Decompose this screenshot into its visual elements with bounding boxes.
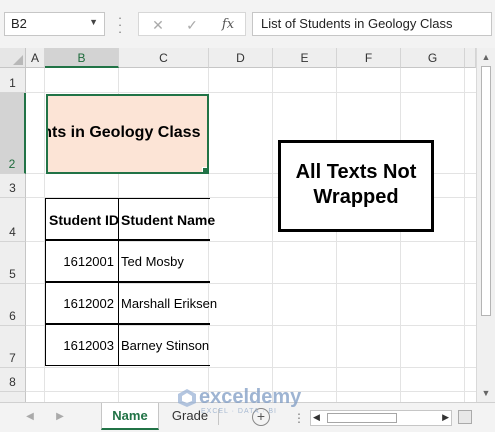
cell-area[interactable]: f Students in Geology Class Student ID S… bbox=[26, 68, 476, 402]
more-options-icon[interactable]: · · · bbox=[113, 11, 127, 38]
scroll-up-icon[interactable]: ▲ bbox=[477, 50, 495, 64]
row-header-8[interactable]: 8 bbox=[0, 368, 26, 392]
gridline bbox=[272, 68, 273, 402]
gridline bbox=[464, 68, 465, 402]
column-header-d[interactable]: D bbox=[209, 48, 273, 68]
row-header-9[interactable] bbox=[0, 392, 26, 402]
row-header-label: 5 bbox=[9, 267, 16, 281]
formula-input[interactable]: List of Students in Geology Class bbox=[252, 12, 492, 36]
cell-text: Ted Mosby bbox=[121, 254, 184, 269]
insert-function-button[interactable]: fx bbox=[217, 15, 239, 35]
table-cell-name[interactable]: Marshall Eriksen bbox=[118, 282, 217, 324]
cell-text: 1612002 bbox=[63, 296, 114, 311]
table-cell-name[interactable]: Barney Stinson bbox=[118, 324, 210, 366]
vertical-scrollbar[interactable]: ▲ ▼ bbox=[476, 48, 495, 402]
resize-handle[interactable] bbox=[458, 410, 472, 424]
row-header-label: 8 bbox=[9, 375, 16, 389]
cell-text: Barney Stinson bbox=[121, 338, 210, 353]
select-all-button[interactable] bbox=[0, 48, 26, 68]
spreadsheet-grid: A B C D E F G 1 2 3 4 5 6 7 8 f Students… bbox=[0, 48, 476, 402]
name-box-value: B2 bbox=[11, 16, 27, 31]
gridline bbox=[26, 92, 476, 93]
row-header-label: 4 bbox=[9, 225, 16, 239]
selected-cell-b2[interactable]: f Students in Geology Class bbox=[46, 94, 209, 174]
column-header-partial[interactable] bbox=[465, 48, 476, 68]
cell-text: 1612003 bbox=[63, 338, 114, 353]
row-header-5[interactable]: 5 bbox=[0, 242, 26, 284]
scroll-right-icon[interactable]: ▶ bbox=[442, 412, 449, 423]
row-header-2[interactable]: 2 bbox=[0, 93, 26, 174]
row-header-4[interactable]: 4 bbox=[0, 198, 26, 242]
row-header-7[interactable]: 7 bbox=[0, 326, 26, 368]
cell-text: 1612001 bbox=[63, 254, 114, 269]
header-cell-student-name[interactable]: Student Name bbox=[118, 198, 215, 240]
header-cell-text: Student Name bbox=[121, 212, 216, 228]
row-header-1[interactable]: 1 bbox=[0, 68, 26, 93]
row-header-3[interactable]: 3 bbox=[0, 174, 26, 198]
column-header-b[interactable]: B bbox=[45, 48, 119, 68]
watermark-tagline: EXCEL · DATA · BI bbox=[201, 408, 277, 415]
vertical-scroll-thumb[interactable] bbox=[481, 66, 491, 316]
scroll-down-icon[interactable]: ▼ bbox=[477, 386, 495, 400]
header-cell-text: Student ID bbox=[49, 212, 119, 228]
horizontal-scroll-thumb[interactable] bbox=[327, 413, 397, 423]
watermark: exceldemy EXCEL · DATA · BI bbox=[177, 386, 337, 422]
callout-box[interactable]: All Texts Not Wrapped bbox=[278, 140, 434, 232]
cell-b2-text: f Students in Geology Class bbox=[48, 124, 201, 141]
watermark-name: exceldemy bbox=[199, 386, 302, 408]
column-header-f[interactable]: F bbox=[337, 48, 401, 68]
gridline bbox=[336, 68, 337, 402]
name-box[interactable]: B2 ▼ bbox=[4, 12, 105, 36]
gridline bbox=[400, 68, 401, 402]
check-icon[interactable]: ✓ bbox=[181, 15, 203, 35]
table-cell-name[interactable]: Ted Mosby bbox=[118, 240, 210, 282]
next-sheet-icon[interactable]: ▶ bbox=[52, 409, 68, 425]
exceldemy-logo-icon bbox=[178, 389, 196, 407]
cell-text: Marshall Eriksen bbox=[121, 296, 218, 311]
row-header-label: 1 bbox=[9, 76, 16, 90]
column-header-g[interactable]: G bbox=[401, 48, 465, 68]
tab-name[interactable]: Name bbox=[101, 403, 159, 430]
table-cell-id[interactable]: 1612001 bbox=[45, 240, 119, 282]
row-header-label: 7 bbox=[9, 351, 16, 365]
row-header-label: 2 bbox=[8, 157, 16, 171]
table-cell-id[interactable]: 1612002 bbox=[45, 282, 119, 324]
column-header-a[interactable]: A bbox=[26, 48, 45, 68]
prev-sheet-icon[interactable]: ◀ bbox=[22, 409, 38, 425]
callout-line-1: All Texts Not bbox=[295, 161, 417, 183]
header-cell-student-id[interactable]: Student ID bbox=[45, 198, 119, 240]
column-header-e[interactable]: E bbox=[273, 48, 337, 68]
formula-bar-area: B2 ▼ · · · ✕ ✓ fx List of Students in Geol… bbox=[0, 0, 495, 48]
chevron-down-icon[interactable]: ▼ bbox=[89, 17, 98, 27]
formula-buttons: ✕ ✓ fx bbox=[138, 12, 246, 36]
row-header-label: 6 bbox=[9, 309, 16, 323]
fill-handle[interactable] bbox=[202, 167, 207, 172]
row-header-6[interactable]: 6 bbox=[0, 284, 26, 326]
callout-line-2: Wrapped bbox=[313, 186, 399, 208]
column-header-c[interactable]: C bbox=[119, 48, 209, 68]
table-cell-id[interactable]: 1612003 bbox=[45, 324, 119, 366]
gridline bbox=[26, 367, 476, 368]
close-icon[interactable]: ✕ bbox=[147, 15, 169, 35]
row-header-label: 3 bbox=[9, 181, 16, 195]
